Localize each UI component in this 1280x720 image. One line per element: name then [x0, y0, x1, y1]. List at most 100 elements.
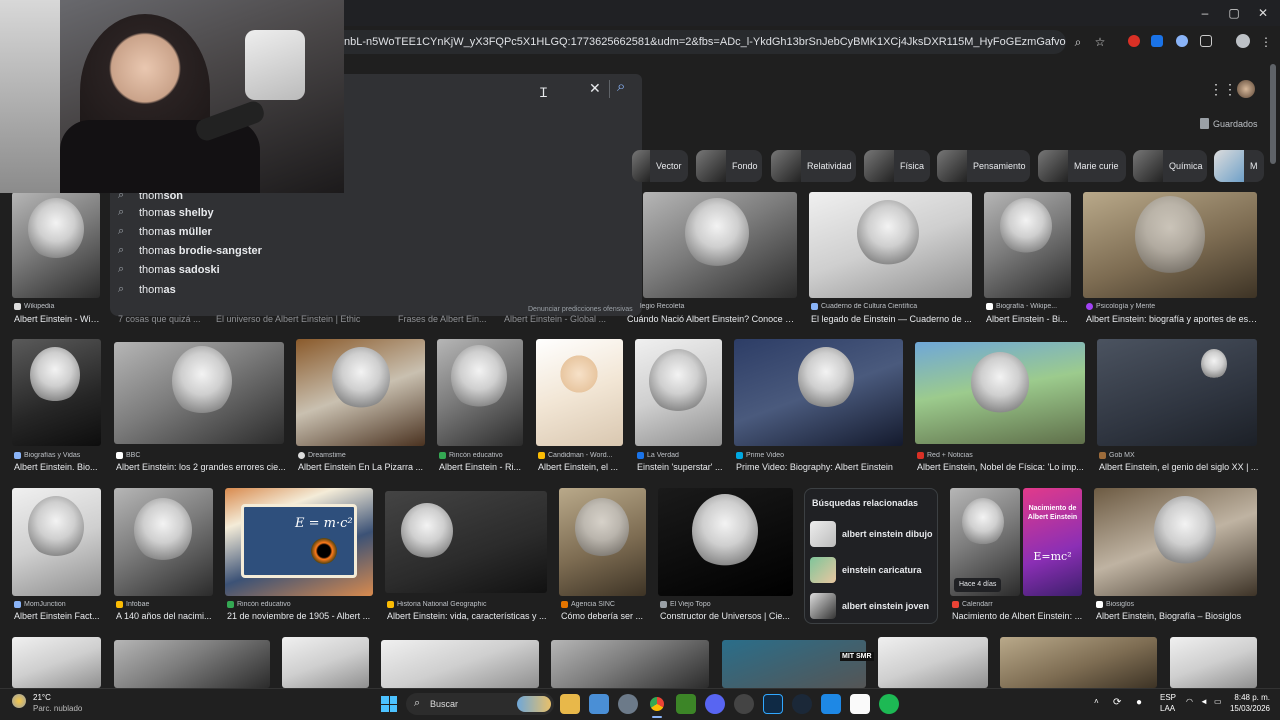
close-window-button[interactable]: ✕	[1248, 4, 1278, 22]
zoom-icon[interactable]: ⌕	[1068, 32, 1088, 52]
result-image[interactable]	[809, 192, 972, 298]
result-image[interactable]	[984, 192, 1071, 298]
chip-vector[interactable]: Vector	[632, 150, 688, 182]
result-image[interactable]	[878, 637, 988, 688]
apps-grid-icon[interactable]: ⋮⋮	[1209, 79, 1237, 99]
windows-start-icon[interactable]	[381, 696, 397, 712]
result-image[interactable]	[1097, 339, 1257, 446]
account-avatar[interactable]	[1237, 80, 1255, 98]
result-image[interactable]	[114, 640, 270, 688]
result-caption[interactable]: Albert Einstein, Nobel de Física: 'Lo im…	[917, 462, 1087, 472]
extension-blue-icon[interactable]	[1176, 35, 1188, 47]
result-image[interactable]	[296, 339, 425, 446]
result-image[interactable]	[114, 488, 213, 596]
result-image[interactable]	[12, 488, 101, 596]
saved-link[interactable]: Guardados	[1213, 119, 1258, 129]
result-image[interactable]	[635, 339, 722, 446]
result-image[interactable]	[1000, 637, 1157, 688]
result-caption[interactable]: Albert Einstein: vida, características y…	[387, 611, 549, 621]
suggestion-item[interactable]: ⌕ thom as	[118, 280, 176, 299]
suggestion-item[interactable]: ⌕ thom as sadoski	[118, 260, 220, 279]
chip-more[interactable]: M	[1214, 150, 1264, 182]
spotify-icon[interactable]	[879, 694, 899, 714]
battery-icon[interactable]: ▭	[1214, 697, 1222, 706]
result-caption[interactable]: Albert Einstein, el genio del siglo XX |…	[1099, 462, 1259, 472]
steam-icon[interactable]	[792, 694, 812, 714]
result-image[interactable]	[1170, 637, 1257, 688]
clear-search-icon[interactable]: ✕	[589, 80, 601, 97]
result-caption[interactable]: Cuándo Nació Albert Einstein? Conoce s..…	[627, 314, 797, 324]
file-explorer-icon[interactable]	[560, 694, 580, 714]
mail-icon[interactable]	[589, 694, 609, 714]
show-hidden-icons[interactable]: ˄	[1094, 697, 1099, 706]
result-image[interactable]	[1094, 488, 1257, 596]
result-image[interactable]	[643, 192, 797, 298]
chip-fisica[interactable]: Física	[864, 150, 930, 182]
result-caption[interactable]: Albert Einstein - Bi...	[986, 314, 1074, 324]
weather-icon[interactable]	[12, 694, 26, 708]
minimize-button[interactable]: –	[1190, 4, 1220, 22]
clock-date[interactable]: 15/03/2026	[1224, 704, 1270, 713]
app-blue-icon[interactable]	[821, 694, 841, 714]
result-image[interactable]	[722, 640, 866, 688]
result-image[interactable]	[437, 339, 523, 446]
result-image[interactable]	[559, 488, 646, 596]
chrome-icon[interactable]	[647, 694, 667, 714]
chip-fondo[interactable]: Fondo	[696, 150, 762, 182]
weather-temp[interactable]: 21°C	[33, 693, 51, 702]
clock-time[interactable]: 8:48 p. m.	[1228, 693, 1270, 702]
maximize-button[interactable]: ▢	[1219, 4, 1249, 22]
suggestion-item[interactable]: ⌕ thom as müller	[118, 222, 212, 241]
discord-icon[interactable]	[705, 694, 725, 714]
settings-icon[interactable]	[618, 694, 638, 714]
bookmark-star-icon[interactable]: ☆	[1090, 32, 1110, 52]
microphone-icon[interactable]: ●	[1136, 697, 1142, 708]
result-image[interactable]	[114, 342, 284, 444]
result-image[interactable]	[385, 491, 547, 593]
result-image[interactable]: Nacimiento de Albert Einstein E=mc²	[1023, 488, 1082, 596]
result-image[interactable]	[536, 339, 623, 446]
result-caption[interactable]: Albert Einstein. Bio...	[14, 462, 104, 472]
network-icon[interactable]: ⟳	[1113, 697, 1121, 708]
wifi-icon[interactable]: ◠	[1186, 697, 1193, 706]
result-caption[interactable]: A 140 años del nacimi...	[116, 611, 214, 621]
result-caption[interactable]: Cómo debería ser ...	[561, 611, 649, 621]
result-caption[interactable]: 7 cosas que quizá ...	[118, 314, 204, 324]
result-caption[interactable]: Albert Einstein - Ri...	[439, 462, 525, 472]
result-caption[interactable]: Albert Einstein: biografía y aportes de …	[1086, 314, 1258, 324]
result-image[interactable]	[734, 339, 903, 446]
result-caption[interactable]: Einstein 'superstar' ...	[637, 462, 723, 472]
result-image[interactable]	[551, 640, 709, 688]
result-caption[interactable]: Albert Einstein, Biografía – Biosiglos	[1096, 611, 1258, 621]
result-image[interactable]	[12, 192, 100, 298]
obs-icon[interactable]	[734, 694, 754, 714]
photoshop-icon[interactable]	[763, 694, 783, 714]
result-image[interactable]	[658, 488, 793, 596]
related-search-item[interactable]: albert einstein joven	[810, 592, 929, 620]
page-scrollbar[interactable]	[1270, 64, 1276, 164]
result-image[interactable]	[282, 637, 369, 688]
minecraft-icon[interactable]	[676, 694, 696, 714]
result-image[interactable]	[12, 339, 101, 446]
result-image[interactable]: E = m·c²	[225, 488, 373, 596]
result-caption[interactable]: Albert Einstein - Wik...	[14, 314, 102, 324]
extension-red-icon[interactable]	[1128, 35, 1140, 47]
chip-marie-curie[interactable]: Marie curie	[1038, 150, 1126, 182]
result-image[interactable]	[12, 637, 101, 688]
result-caption[interactable]: Albert Einstein Fact...	[14, 611, 102, 621]
result-image[interactable]	[1083, 192, 1257, 298]
chip-pensamiento[interactable]: Pensamiento	[937, 150, 1030, 182]
result-caption[interactable]: Prime Video: Biography: Albert Einstein	[736, 462, 904, 472]
report-predictions-link[interactable]: Denunciar predicciones ofensivas	[528, 306, 633, 313]
result-caption[interactable]: Albert Einstein, el ...	[538, 462, 624, 472]
chip-relatividad[interactable]: Relatividad	[771, 150, 856, 182]
related-search-item[interactable]: einstein caricatura	[810, 556, 922, 584]
document-icon[interactable]	[850, 694, 870, 714]
related-search-item[interactable]: albert einstein dibujo	[810, 520, 933, 548]
result-caption[interactable]: Frases de Albert Ein...	[398, 314, 494, 324]
chip-quimica[interactable]: Química	[1133, 150, 1207, 182]
language-layout[interactable]: LAA	[1160, 704, 1175, 713]
extensions-puzzle-icon[interactable]	[1200, 35, 1212, 47]
result-caption[interactable]: 21 de noviembre de 1905 - Albert ...	[227, 611, 375, 621]
result-caption[interactable]: Nacimiento de Albert Einstein: ...	[952, 611, 1084, 621]
